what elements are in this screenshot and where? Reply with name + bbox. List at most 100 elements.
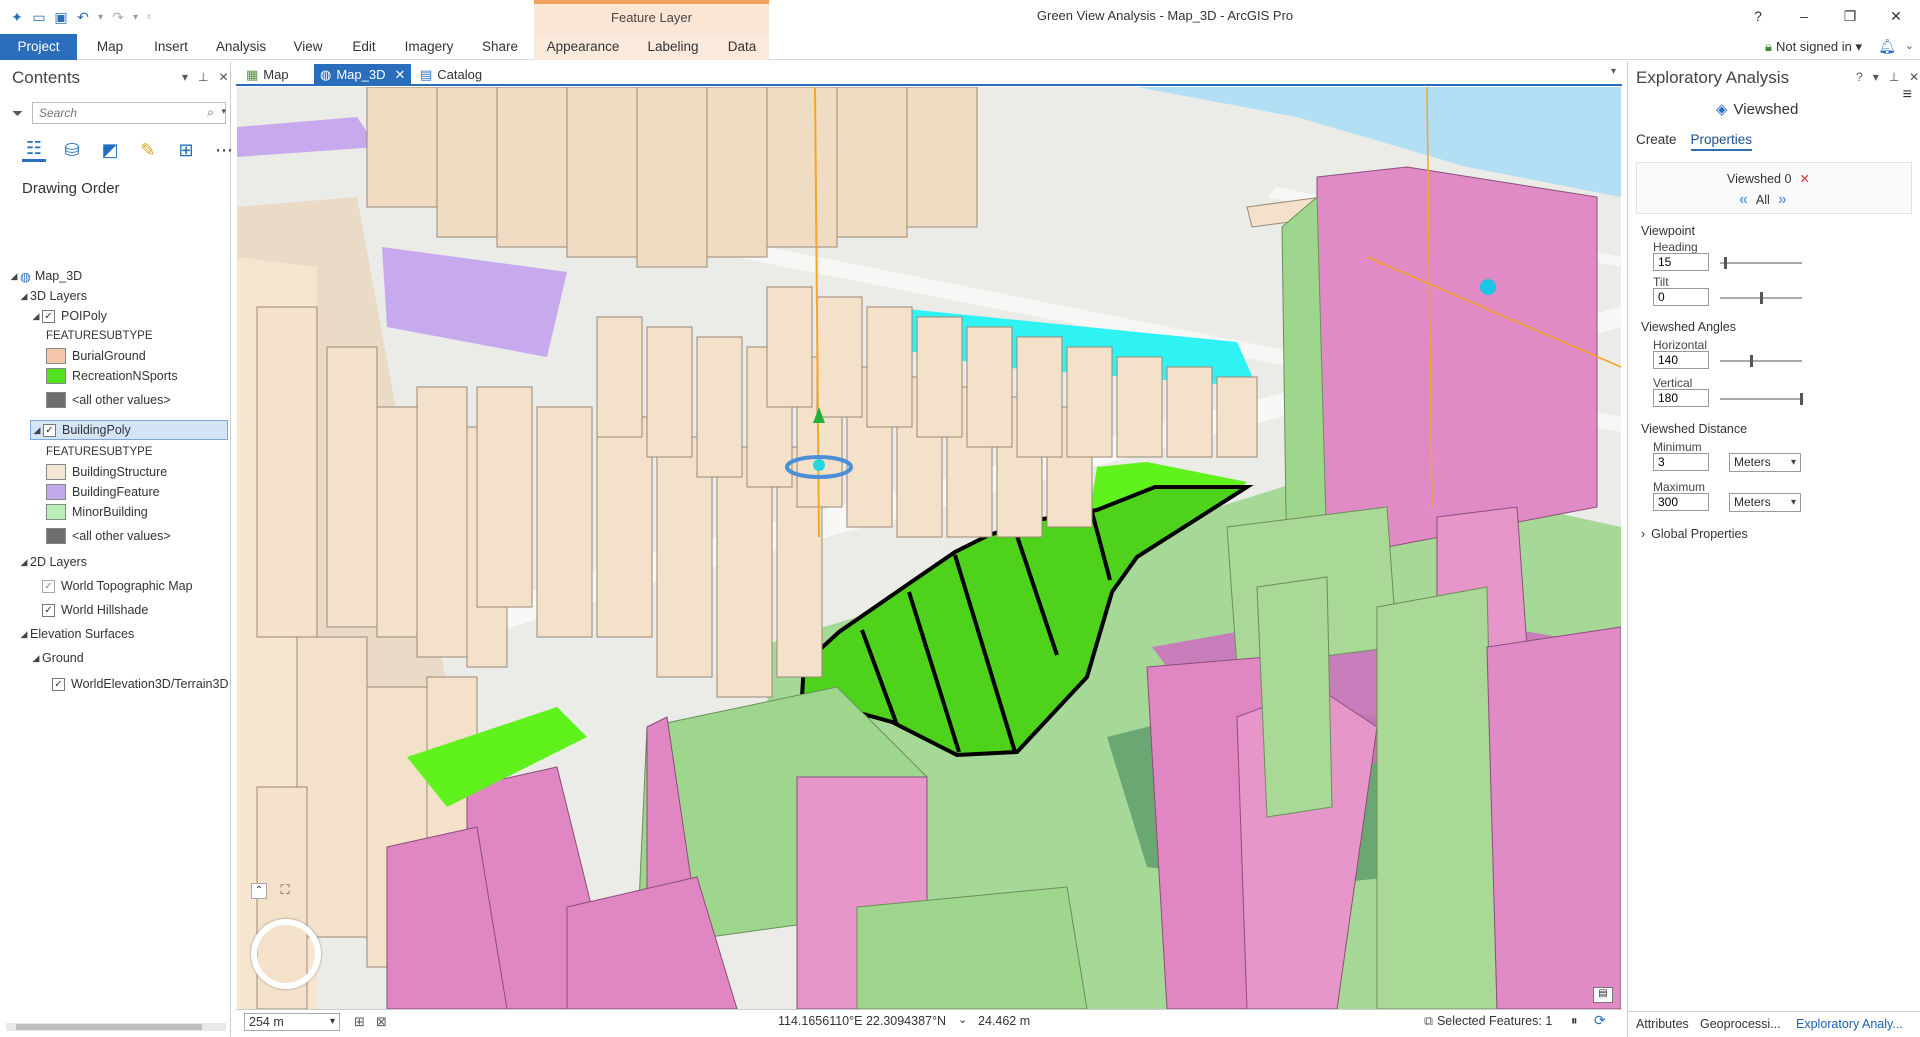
navigator-wheel[interactable] xyxy=(251,919,321,989)
tab-share[interactable]: Share xyxy=(476,34,524,60)
tab-create[interactable]: Create xyxy=(1636,132,1677,151)
chat-icon[interactable]: ▤ xyxy=(1593,987,1613,1003)
legend-class[interactable]: RecreationNSports xyxy=(46,366,178,386)
collapse-icon[interactable]: ◢ xyxy=(30,653,42,664)
tilt-slider[interactable] xyxy=(1720,292,1802,304)
pin-icon[interactable]: ⊥ xyxy=(1889,70,1899,84)
tab-project[interactable]: Project xyxy=(0,34,77,60)
slider-thumb[interactable] xyxy=(1750,355,1753,367)
horizontal-scrollbar[interactable] xyxy=(6,1023,226,1031)
tab-labeling[interactable]: Labeling xyxy=(638,34,708,60)
horizontal-input[interactable] xyxy=(1653,351,1709,369)
collapse-icon[interactable]: ◢ xyxy=(18,291,30,302)
minimum-input[interactable] xyxy=(1653,453,1709,471)
tab-data[interactable]: Data xyxy=(722,34,762,60)
close-tab-icon[interactable]: ✕ xyxy=(394,67,405,83)
filter-icon[interactable]: ⏷ xyxy=(12,105,23,122)
snapping-icon[interactable]: ⊞ xyxy=(174,138,198,162)
search-icon[interactable]: ⌕ xyxy=(207,105,214,120)
maximum-input[interactable] xyxy=(1653,493,1709,511)
redo-icon[interactable]: ↷ xyxy=(109,8,127,26)
collapse-icon[interactable]: ◢ xyxy=(18,629,30,640)
drawing-order-icon[interactable]: ☷ xyxy=(22,138,46,162)
selected-features[interactable]: ⧉ Selected Features: 1 xyxy=(1424,1014,1552,1029)
legend-swatch[interactable] xyxy=(46,528,66,544)
redo-dropdown-icon[interactable]: ▾ xyxy=(133,12,138,23)
legend-swatch[interactable] xyxy=(46,348,66,364)
layer-visibility-checkbox[interactable]: ✓ xyxy=(42,603,55,617)
customize-toolbar-icon[interactable]: ⩡ xyxy=(146,12,152,23)
tab-analysis[interactable]: Analysis xyxy=(210,34,272,60)
zoom-extent-icon[interactable]: ⊠ xyxy=(376,1014,387,1030)
next-icon[interactable]: » xyxy=(1778,191,1787,209)
legend-class[interactable]: BurialGround xyxy=(46,346,146,366)
close-icon[interactable]: ✕ xyxy=(218,70,228,84)
collapse-icon[interactable]: ◢ xyxy=(31,425,43,436)
tab-list-dropdown-icon[interactable]: ▾ xyxy=(1611,66,1616,77)
tab-edit[interactable]: Edit xyxy=(346,34,382,60)
slider-thumb[interactable] xyxy=(1800,393,1803,405)
close-icon[interactable]: ✕ xyxy=(1909,70,1919,84)
legend-class[interactable]: MinorBuilding xyxy=(46,502,148,522)
horizontal-slider[interactable] xyxy=(1720,355,1802,367)
slider-thumb[interactable] xyxy=(1760,292,1763,304)
close-button[interactable]: ✕ xyxy=(1873,0,1919,32)
tab-view[interactable]: View xyxy=(288,34,328,60)
data-source-icon[interactable]: ⛁ xyxy=(60,138,84,162)
account-menu[interactable]: 🔒︎ Not signed in ▾ xyxy=(1765,34,1862,60)
view-tab-map[interactable]: ▦ Map xyxy=(240,64,295,85)
scrollbar-thumb[interactable] xyxy=(16,1024,202,1030)
nav-all-button[interactable]: All xyxy=(1756,193,1770,207)
layer-visibility-checkbox[interactable]: ✓ xyxy=(42,309,55,323)
heading-slider[interactable] xyxy=(1720,257,1802,269)
tree-group-2d[interactable]: ◢ 2D Layers xyxy=(18,552,87,572)
tree-group-elevation[interactable]: ◢ Elevation Surfaces xyxy=(18,624,135,644)
view-tab-catalog[interactable]: ▤ Catalog xyxy=(414,64,488,85)
pane-tab-exploratory[interactable]: Exploratory Analy... xyxy=(1796,1017,1903,1031)
minimize-button[interactable]: – xyxy=(1781,0,1827,32)
save-icon[interactable]: ▣ xyxy=(52,8,70,26)
legend-class[interactable]: <all other values> xyxy=(46,390,171,410)
tree-layer-hillshade[interactable]: ✓ World Hillshade xyxy=(42,600,148,620)
vertical-slider[interactable] xyxy=(1720,393,1803,405)
view-tab-map3d[interactable]: ◍ Map_3D ✕ xyxy=(314,64,412,85)
full-control-icon[interactable]: ⛶ xyxy=(277,883,293,899)
menu-icon[interactable]: ≡ xyxy=(1903,86,1912,104)
legend-swatch[interactable] xyxy=(46,464,66,480)
undo-dropdown-icon[interactable]: ▾ xyxy=(98,12,103,23)
layer-visibility-checkbox[interactable]: ✓ xyxy=(52,677,65,691)
tree-layer-topographic[interactable]: ✓ World Topographic Map xyxy=(42,576,193,596)
coordinate-format-dropdown-icon[interactable]: ⌄ xyxy=(958,1013,967,1026)
map-3d-view[interactable]: ⌃ ⛶ ▤ xyxy=(237,87,1621,1009)
vertical-input[interactable] xyxy=(1653,389,1709,407)
selection-icon[interactable]: ◩ xyxy=(98,138,122,162)
refresh-icon[interactable]: ⟳ xyxy=(1594,1012,1606,1029)
collapse-icon[interactable]: ◢ xyxy=(18,557,30,568)
pane-tab-attributes[interactable]: Attributes xyxy=(1636,1017,1689,1031)
pause-icon[interactable]: ⏸ xyxy=(1571,1013,1578,1029)
minimum-unit-select[interactable]: Meters xyxy=(1729,453,1801,472)
legend-swatch[interactable] xyxy=(46,504,66,520)
expand-navigator-icon[interactable]: ⌃ xyxy=(251,883,267,899)
open-folder-icon[interactable]: ▭ xyxy=(30,8,48,26)
help-button[interactable]: ? xyxy=(1735,0,1781,32)
fixed-zoom-icon[interactable]: ⊞ xyxy=(354,1014,365,1030)
legend-class[interactable]: BuildingStructure xyxy=(46,462,167,482)
scene-canvas[interactable] xyxy=(237,87,1621,1009)
legend-class[interactable]: <all other values> xyxy=(46,526,171,546)
tree-layer-poipoly[interactable]: ◢ ✓ POIPoly xyxy=(30,306,107,326)
ribbon-collapse-icon[interactable]: ⌄ xyxy=(1905,39,1914,52)
heading-input[interactable] xyxy=(1653,253,1709,271)
layer-visibility-checkbox[interactable]: ✓ xyxy=(43,423,56,437)
slider-thumb[interactable] xyxy=(1724,257,1727,269)
scale-selector[interactable]: 254 m ▾ xyxy=(244,1013,340,1031)
legend-swatch[interactable] xyxy=(46,368,66,384)
tilt-input[interactable] xyxy=(1653,288,1709,306)
search-options-icon[interactable]: ▾ xyxy=(221,106,226,117)
tree-layer-buildingpoly[interactable]: ◢ ✓ BuildingPoly xyxy=(30,420,228,440)
legend-swatch[interactable] xyxy=(46,392,66,408)
global-properties-expander[interactable]: › Global Properties xyxy=(1641,527,1748,541)
pane-options-icon[interactable]: ▾ xyxy=(182,70,188,84)
layer-visibility-checkbox[interactable]: ✓ xyxy=(42,579,55,593)
pane-options-icon[interactable]: ▾ xyxy=(1873,70,1879,84)
